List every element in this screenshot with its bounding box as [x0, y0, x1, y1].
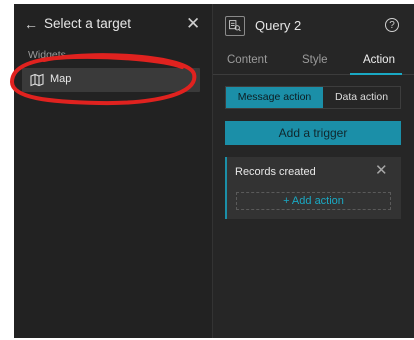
data-action-button[interactable]: Data action	[323, 87, 400, 108]
builder-frame: ← Select a target ✕ Widgets Map Query 2 …	[9, 4, 414, 338]
tab-content[interactable]: Content	[227, 54, 267, 66]
message-action-button[interactable]: Message action	[226, 87, 323, 108]
tab-action[interactable]: Action	[363, 54, 395, 66]
panel-title: Select a target	[44, 16, 132, 31]
settings-tabs: Content Style Action	[213, 48, 414, 75]
add-action-button[interactable]: + Add action	[236, 192, 391, 210]
target-item-label: Map	[50, 73, 72, 85]
widgets-section-label: Widgets	[28, 49, 66, 61]
tab-style[interactable]: Style	[302, 54, 328, 66]
target-item-map[interactable]: Map	[22, 68, 200, 92]
select-target-panel: ← Select a target ✕ Widgets Map	[9, 4, 213, 338]
remove-trigger-icon[interactable]: ✕	[375, 163, 388, 178]
back-arrow-icon[interactable]: ←	[24, 17, 38, 31]
action-type-toggle: Message action Data action	[225, 86, 401, 109]
trigger-card: Records created ✕ + Add action	[225, 157, 401, 219]
add-trigger-button[interactable]: Add a trigger	[225, 121, 401, 145]
map-icon	[30, 73, 44, 87]
select-target-header: ← Select a target ✕	[14, 10, 212, 40]
query-widget-icon	[225, 16, 245, 36]
trigger-title: Records created	[235, 166, 316, 178]
active-tab-indicator	[350, 73, 402, 75]
close-icon[interactable]: ✕	[186, 15, 200, 32]
widget-settings-panel: Query 2 ? Content Style Action Message a…	[213, 4, 414, 338]
widget-title: Query 2	[255, 18, 302, 33]
help-icon[interactable]: ?	[385, 18, 399, 32]
